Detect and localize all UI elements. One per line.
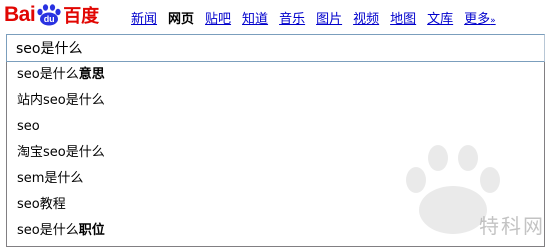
nav-item-more[interactable]: 更多» (464, 8, 496, 27)
suggestion-prefix: 淘宝seo是什么 (17, 145, 105, 160)
logo-text-cn: 百度 (63, 6, 100, 27)
nav-item-wenku[interactable]: 文库 (427, 8, 453, 27)
more-arrow-icon: » (490, 16, 496, 26)
nav-item-news[interactable]: 新闻 (131, 8, 157, 27)
logo-text-paw: du (43, 14, 55, 24)
nav-item-zhidao[interactable]: 知道 (242, 8, 268, 27)
suggestion-prefix: seo (17, 119, 40, 134)
suggestion-item[interactable]: seo是什么意思 (7, 62, 544, 88)
nav-item-video[interactable]: 视频 (353, 8, 379, 27)
nav-bar: 新闻 网页 贴吧 知道 音乐 图片 视频 地图 文库 更多» (131, 8, 507, 27)
top-bar: Bai du 百度 新闻 网页 贴吧 知道 音乐 图片 视频 地图 文库 更多» (0, 0, 551, 32)
nav-item-web[interactable]: 网页 (168, 8, 194, 27)
watermark-text: 特科网 (479, 214, 545, 238)
search-input[interactable] (6, 34, 545, 62)
suggestion-highlight: 意思 (78, 67, 105, 82)
suggestion-prefix: sem是什么 (17, 171, 84, 186)
nav-item-map[interactable]: 地图 (390, 8, 416, 27)
nav-item-music[interactable]: 音乐 (279, 8, 305, 27)
suggestion-prefix: seo教程 (17, 197, 66, 212)
suggestion-item[interactable]: 站内seo是什么 (7, 88, 544, 114)
baidu-logo[interactable]: Bai du 百度 (4, 2, 99, 28)
suggestion-prefix: seo是什么 (17, 67, 79, 82)
suggestion-item[interactable]: seo (7, 114, 544, 140)
logo-text-left: Bai (4, 3, 36, 26)
nav-item-tieba[interactable]: 贴吧 (205, 8, 231, 27)
suggestion-highlight: 职位 (78, 223, 105, 238)
more-label: 更多 (464, 12, 491, 27)
nav-item-images[interactable]: 图片 (316, 8, 342, 27)
suggestion-prefix: 站内seo是什么 (17, 93, 105, 108)
suggestion-prefix: seo是什么 (17, 223, 79, 238)
paw-icon: du (36, 4, 62, 26)
